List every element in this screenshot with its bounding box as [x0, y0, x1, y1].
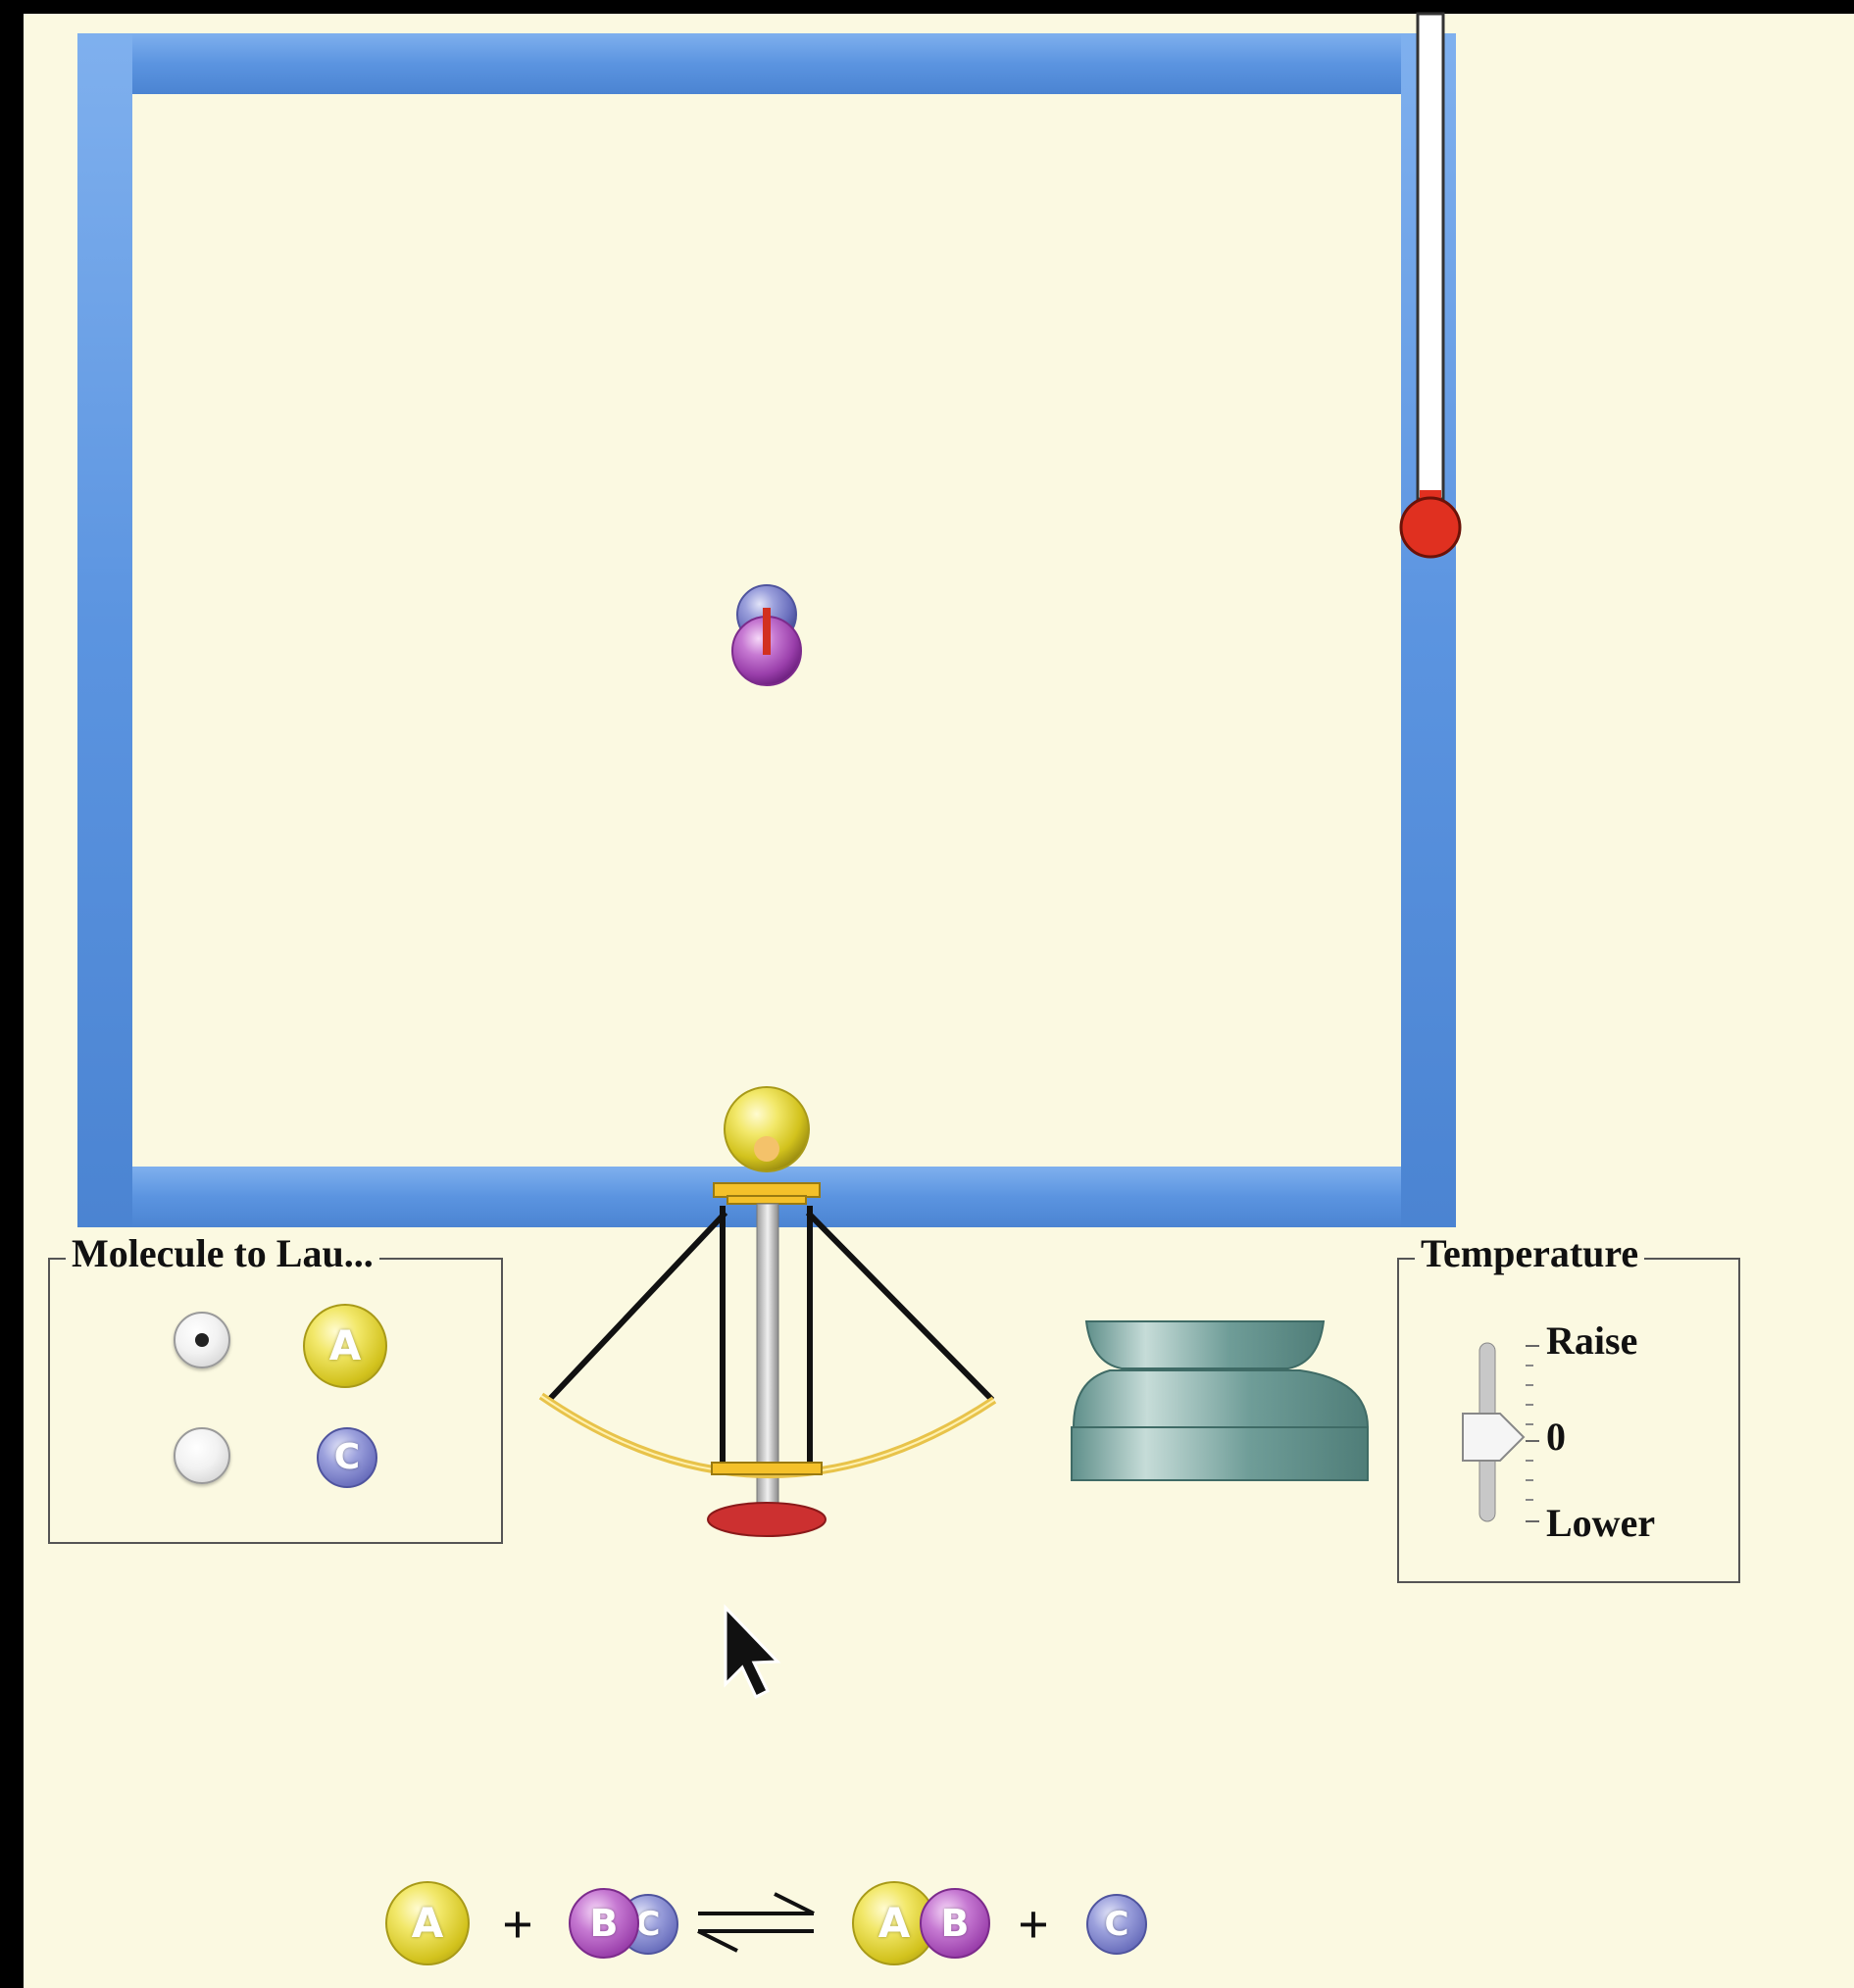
reaction-product-c: C	[1086, 1894, 1147, 1955]
equilibrium-arrows-icon	[697, 1892, 815, 1953]
molecule-launcher-icon[interactable]	[538, 1182, 997, 1537]
heater-cooler-icon	[1071, 1320, 1370, 1481]
mouse-pointer-icon	[724, 1604, 781, 1700]
simulation-canvas	[0, 0, 1539, 1988]
bc-molecule-in-box	[731, 584, 802, 686]
radio-molecule-a[interactable]	[174, 1312, 230, 1368]
temperature-panel-title: Temperature	[1415, 1232, 1645, 1275]
reaction-product-ab-b: B	[920, 1888, 990, 1959]
reaction-reactant-a: A	[385, 1881, 470, 1965]
temperature-label-lower: Lower	[1546, 1501, 1656, 1545]
loaded-molecule-highlight	[754, 1136, 779, 1162]
window-edge	[0, 0, 24, 1988]
molecule-panel-title: Molecule to Lau...	[66, 1232, 379, 1275]
reaction-reactant-bc-b: B	[569, 1888, 639, 1959]
reaction-plus-2: +	[1018, 1895, 1049, 1956]
temperature-label-zero: 0	[1546, 1415, 1566, 1459]
molecule-to-launch-panel: Molecule to Lau... A C	[48, 1232, 503, 1544]
reaction-plus-1: +	[502, 1895, 533, 1956]
radio-molecule-c[interactable]	[174, 1427, 230, 1484]
screen: Molecule to Lau... A C Temperature Raise…	[0, 0, 1854, 1988]
molecule-a-icon: A	[303, 1304, 387, 1388]
temperature-label-raise: Raise	[1546, 1318, 1638, 1363]
molecule-c-icon: C	[317, 1427, 377, 1488]
